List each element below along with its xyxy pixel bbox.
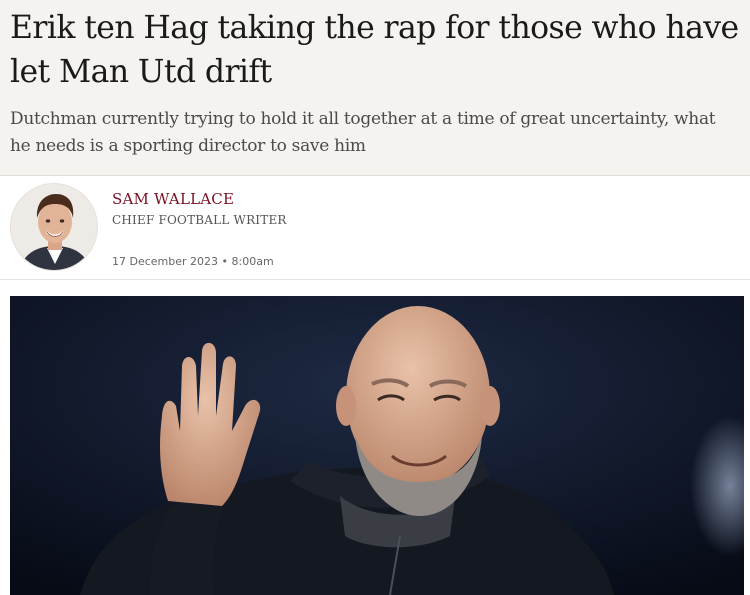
author-avatar[interactable]	[10, 183, 98, 271]
lead-image	[10, 296, 744, 595]
publish-date: 17 December 2023 • 8:00am	[112, 255, 274, 268]
author-portrait-icon	[11, 184, 97, 270]
headline: Erik ten Hag taking the rap for those wh…	[10, 10, 739, 90]
article-header: Erik ten Hag taking the rap for those wh…	[0, 0, 750, 176]
author-role: CHIEF FOOTBALL WRITER	[112, 213, 287, 227]
author-name[interactable]: SAM WALLACE	[112, 190, 234, 208]
byline: SAM WALLACE CHIEF FOOTBALL WRITER 17 Dec…	[0, 176, 750, 280]
manager-waving-photo-icon	[10, 296, 744, 595]
standfirst: Dutchman currently trying to hold it all…	[10, 109, 716, 156]
